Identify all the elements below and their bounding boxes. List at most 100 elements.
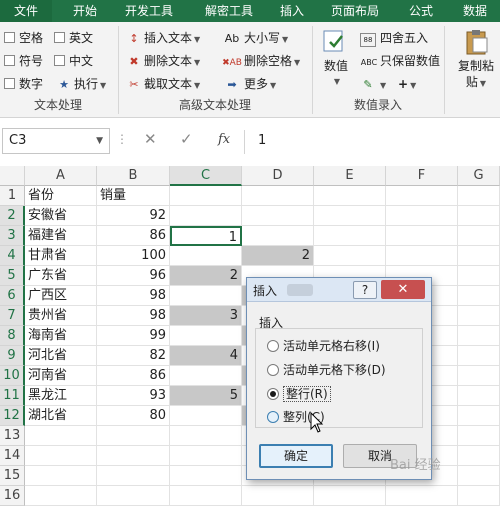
table-cell[interactable]: 98 (97, 286, 170, 306)
table-cell[interactable]: 82 (97, 346, 170, 366)
insert-text-button[interactable]: ↕ 插入文本 ▼ (126, 28, 200, 48)
table-cell[interactable] (458, 466, 500, 486)
insert-function-icon[interactable]: fx (218, 132, 230, 147)
table-cell[interactable]: 销量 (97, 186, 170, 206)
row-header[interactable]: 7 (0, 306, 25, 326)
table-cell[interactable]: 4 (170, 346, 242, 366)
table-cell[interactable]: 3 (170, 306, 242, 326)
ok-button[interactable]: 确定 (259, 444, 333, 468)
row-header[interactable]: 12 (0, 406, 25, 426)
row-header[interactable]: 3 (0, 226, 25, 246)
table-cell[interactable] (458, 266, 500, 286)
option-shift-right[interactable]: 活动单元格右移(I) (267, 338, 380, 354)
table-cell[interactable]: 96 (97, 266, 170, 286)
table-cell[interactable] (458, 286, 500, 306)
table-cell[interactable] (25, 426, 97, 446)
table-cell[interactable]: 贵州省 (25, 306, 97, 326)
table-cell[interactable] (25, 466, 97, 486)
close-button[interactable]: ✕ (381, 280, 425, 299)
row-header[interactable]: 16 (0, 486, 25, 506)
row-header[interactable]: 2 (0, 206, 25, 226)
tab-file[interactable]: 文件 (0, 0, 52, 22)
table-cell[interactable] (458, 426, 500, 446)
table-cell[interactable] (170, 486, 242, 506)
table-cell[interactable] (458, 206, 500, 226)
table-cell[interactable] (386, 226, 458, 246)
table-cell[interactable]: 5 (170, 386, 242, 406)
table-cell[interactable] (242, 206, 314, 226)
table-cell[interactable] (314, 206, 386, 226)
resize-handle-icon[interactable]: ⋮ (116, 132, 129, 146)
table-cell[interactable] (25, 486, 97, 506)
table-cell[interactable]: 安徽省 (25, 206, 97, 226)
table-cell[interactable] (458, 226, 500, 246)
table-cell[interactable]: 93 (97, 386, 170, 406)
help-button[interactable]: ? (353, 281, 377, 299)
table-cell[interactable] (170, 366, 242, 386)
row-header[interactable]: 1 (0, 186, 25, 206)
table-cell[interactable] (97, 486, 170, 506)
checkbox-chinese[interactable]: 中文 (54, 51, 93, 71)
dialog-titlebar[interactable]: 插入 ? ✕ (247, 278, 431, 302)
table-cell[interactable]: 92 (97, 206, 170, 226)
table-cell[interactable]: 河北省 (25, 346, 97, 366)
table-cell[interactable]: 2 (170, 266, 242, 286)
keep-value-button[interactable]: ABC 只保留数值 (360, 51, 440, 71)
column-header[interactable]: D (242, 166, 314, 186)
table-cell[interactable] (97, 426, 170, 446)
table-cell[interactable] (314, 226, 386, 246)
name-box[interactable]: C3 ▼ (2, 128, 110, 154)
table-cell[interactable] (458, 326, 500, 346)
tab-home[interactable]: 开始 (66, 0, 104, 22)
case-button[interactable]: Ab 大小写 ▼ (222, 28, 288, 48)
table-cell[interactable] (170, 246, 242, 266)
format-painter-button[interactable]: ✎ ▼ (360, 74, 386, 94)
table-cell[interactable] (242, 186, 314, 206)
table-cell[interactable]: 黑龙江 (25, 386, 97, 406)
option-entire-row[interactable]: 整行(R) (267, 386, 331, 402)
table-cell[interactable]: 86 (97, 226, 170, 246)
column-header[interactable]: E (314, 166, 386, 186)
table-cell[interactable] (458, 386, 500, 406)
table-cell[interactable] (314, 486, 386, 506)
table-cell[interactable] (314, 186, 386, 206)
table-cell[interactable]: 100 (97, 246, 170, 266)
active-cell[interactable]: 1 (170, 226, 242, 246)
formula-input[interactable]: 1 (250, 128, 500, 154)
column-header[interactable]: F (386, 166, 458, 186)
table-cell[interactable] (25, 446, 97, 466)
table-cell[interactable] (170, 426, 242, 446)
row-header[interactable]: 9 (0, 346, 25, 366)
table-cell[interactable] (170, 446, 242, 466)
table-cell[interactable] (386, 186, 458, 206)
table-cell[interactable] (458, 366, 500, 386)
checkbox-english[interactable]: 英文 (54, 28, 93, 48)
table-cell[interactable]: 广西区 (25, 286, 97, 306)
row-header[interactable]: 11 (0, 386, 25, 406)
table-cell[interactable]: 99 (97, 326, 170, 346)
select-all-corner[interactable] (0, 166, 25, 186)
row-header[interactable]: 14 (0, 446, 25, 466)
table-cell[interactable] (314, 246, 386, 266)
tab-page-layout[interactable]: 页面布局 (322, 0, 388, 22)
copy-paste-button[interactable]: 复制粘 贴 ▼ (452, 28, 500, 92)
table-cell[interactable] (242, 226, 314, 246)
checkbox-space[interactable]: 空格 (4, 28, 43, 48)
table-cell[interactable]: 广东省 (25, 266, 97, 286)
table-cell[interactable] (458, 346, 500, 366)
tab-formulas[interactable]: 公式 (402, 0, 440, 22)
table-cell[interactable] (458, 446, 500, 466)
tab-data[interactable]: 数据 (456, 0, 494, 22)
column-header[interactable]: A (25, 166, 97, 186)
column-header[interactable]: B (97, 166, 170, 186)
table-cell[interactable] (170, 406, 242, 426)
row-header[interactable]: 15 (0, 466, 25, 486)
cancel-entry-icon[interactable]: ✕ (144, 130, 157, 148)
more-button[interactable]: ➡ 更多 ▼ (222, 74, 276, 94)
table-cell[interactable]: 98 (97, 306, 170, 326)
table-cell[interactable] (386, 486, 458, 506)
table-cell[interactable]: 福建省 (25, 226, 97, 246)
value-button[interactable]: 数值 ▼ (318, 28, 354, 90)
table-cell[interactable] (170, 206, 242, 226)
tab-developer[interactable]: 开发工具 (116, 0, 182, 22)
